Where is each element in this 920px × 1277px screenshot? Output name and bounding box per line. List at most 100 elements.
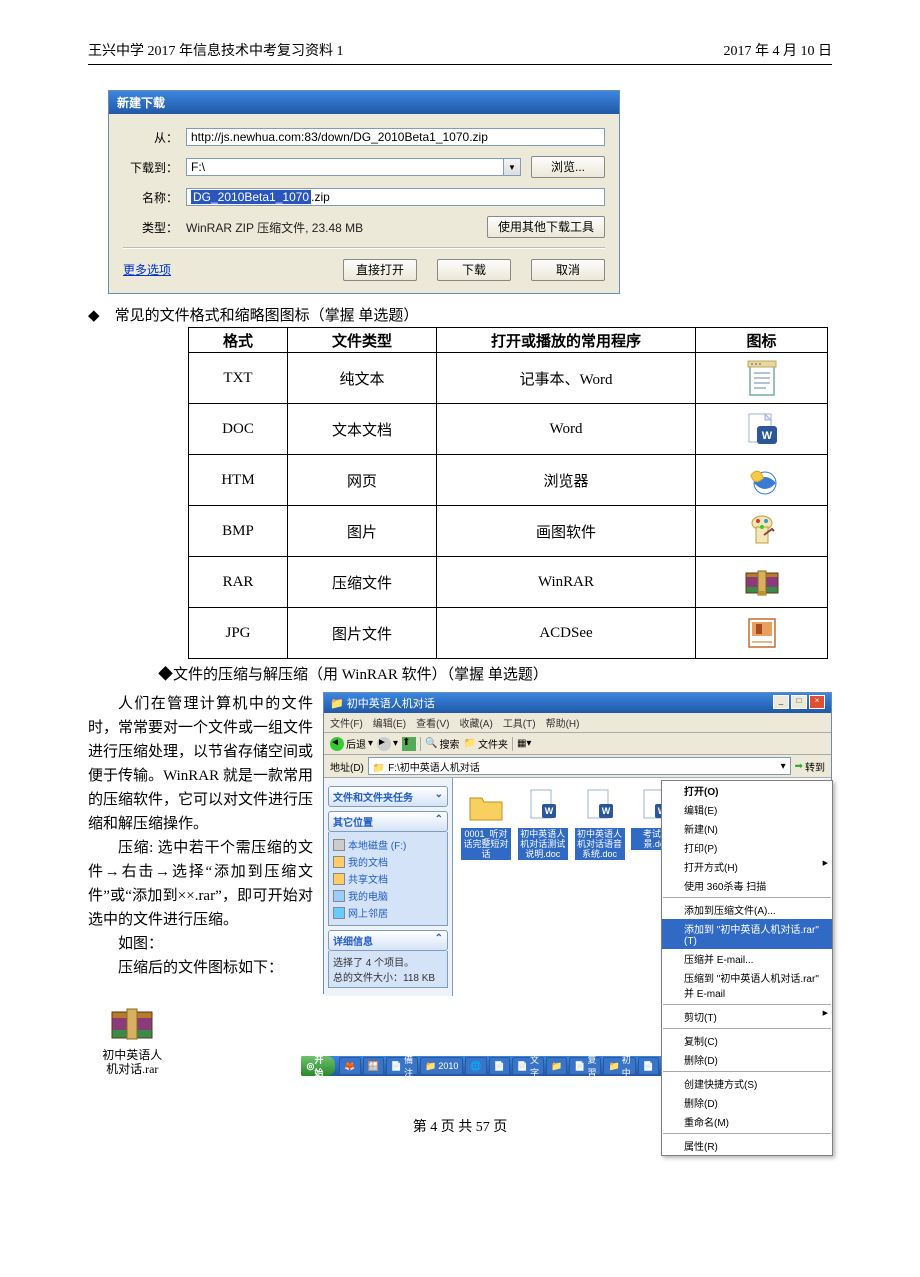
menu-item[interactable]: 压缩到 "初中英语人机对话.rar" 并 E-mail <box>662 968 832 1002</box>
minimize-icon[interactable]: _ <box>773 695 789 709</box>
header-left: 王兴中学 2017 年信息技术中考复习资料 1 <box>88 40 344 60</box>
list-item[interactable]: 0001_听对话完整短对话 <box>461 786 511 860</box>
folder-icon: 📁 <box>330 698 344 710</box>
menu-item[interactable]: 打开方式(H) <box>662 857 832 876</box>
taskbar-item[interactable]: 📄 <box>489 1057 510 1075</box>
label-from: 从： <box>123 129 186 146</box>
address-input[interactable]: 📁 F:\初中英语人机对话▾ <box>368 757 791 775</box>
maximize-icon[interactable]: □ <box>791 695 807 709</box>
rar-file-icon: 初中英语人 机对话.rar <box>94 1006 171 1076</box>
table-row: JPG 图片文件 ACDSee <box>189 608 828 659</box>
explorer-toolbar: ◄后退 ▾ ►▾ ⬆ 🔍搜索 📁文件夹 ▦▾ <box>324 733 831 755</box>
forward-button[interactable]: ►▾ <box>377 737 398 751</box>
quicklaunch[interactable]: 🦊 <box>339 1057 360 1075</box>
menu-item[interactable]: 添加到压缩文件(A)... <box>662 900 832 919</box>
menu-item-selected[interactable]: 添加到 "初中英语人机对话.rar"(T) <box>662 919 832 949</box>
side-detail-title[interactable]: 详细信息⌃ <box>328 930 448 951</box>
list-item[interactable]: W 初中英语人机对话测试说明.doc <box>518 786 568 860</box>
more-options-link[interactable]: 更多选项 <box>123 259 171 281</box>
back-button[interactable]: ◄后退 ▾ <box>330 736 373 751</box>
doc-icon: W <box>696 404 828 455</box>
side-other-title[interactable]: 其它位置⌃ <box>328 811 448 832</box>
body-text: 人们在管理计算机中的文件时，常常要对一个文件或一组文件进行压缩处理，以节省存储空… <box>88 692 313 994</box>
start-button[interactable]: ◎ 开始 <box>301 1056 335 1076</box>
th-type: 文件类型 <box>288 328 437 353</box>
download-dialog: 新建下载 从： http://js.newhua.com:83/down/DG_… <box>108 90 620 294</box>
menu-item[interactable]: 编辑(E) <box>662 800 832 819</box>
sidebar-item[interactable]: 我的文档 <box>333 854 443 869</box>
dialog-titlebar: 新建下载 <box>109 91 619 114</box>
table-row: DOC 文本文档 Word W <box>189 404 828 455</box>
table-row: TXT 纯文本 记事本、Word <box>189 353 828 404</box>
search-button[interactable]: 🔍搜索 <box>425 736 459 751</box>
quicklaunch[interactable]: 🪟 <box>363 1057 384 1075</box>
cancel-button[interactable]: 取消 <box>531 259 605 281</box>
saveto-select[interactable]: F:\ ▼ <box>186 158 521 176</box>
sidebar-item[interactable]: 网上邻居 <box>333 905 443 920</box>
sidebar-item[interactable]: 共享文档 <box>333 871 443 886</box>
taskbar-item[interactable]: 🌐 <box>465 1057 486 1075</box>
table-row: HTM 网页 浏览器 <box>189 455 828 506</box>
explorer-main[interactable]: 0001_听对话完整短对话 W 初中英语人机对话测试说明.doc W 初中英语人… <box>453 778 831 996</box>
paragraph-4: 压缩后的文件图标如下： <box>88 956 313 980</box>
open-now-button[interactable]: 直接打开 <box>343 259 417 281</box>
taskbar-item[interactable]: 📄 <box>638 1057 659 1075</box>
taskbar-item[interactable]: 📄備注 <box>386 1057 418 1075</box>
taskbar-item[interactable]: 📁2010 <box>420 1057 463 1075</box>
sidebar-item[interactable]: 本地磁盘 (F:) <box>333 837 443 852</box>
paragraph-2: 压缩: 选中若干个需压缩的文件→右击→选择“添加到压缩文件”或“添加到××.ra… <box>88 836 313 932</box>
menu-item[interactable]: 删除(D) <box>662 1093 832 1112</box>
menu-item[interactable]: 属性(R) <box>662 1136 832 1155</box>
up-button[interactable]: ⬆ <box>402 737 416 751</box>
paragraph-3: 如图： <box>88 932 313 956</box>
goto-button[interactable]: ➡转到 <box>795 759 825 774</box>
table-row: RAR 压缩文件 WinRAR <box>189 557 828 608</box>
explorer-sidebar: 文件和文件夹任务⌄ 其它位置⌃ 本地磁盘 (F:) 我的文档 共享文档 我的电脑… <box>324 778 453 996</box>
views-button[interactable]: ▦▾ <box>517 738 531 749</box>
menu-item[interactable]: 新建(N) <box>662 819 832 838</box>
name-input[interactable]: DG_2010Beta1_1070.zip <box>186 188 605 206</box>
taskbar-item[interactable]: 📁 <box>546 1057 567 1075</box>
folders-button[interactable]: 📁文件夹 <box>464 736 508 751</box>
taskbar-item[interactable]: 📁初中 <box>603 1057 635 1075</box>
explorer-addressbar: 地址(D) 📁 F:\初中英语人机对话▾ ➡转到 <box>324 755 831 778</box>
htm-icon <box>696 455 828 506</box>
menu-item[interactable]: 创建快捷方式(S) <box>662 1074 832 1093</box>
bmp-icon <box>696 506 828 557</box>
explorer-window: 📁 初中英语人机对话 _ □ × 文件(F)编辑(E)查看(V)收藏(A)工具(… <box>323 692 832 994</box>
table-row: BMP 图片 画图软件 <box>189 506 828 557</box>
label-name: 名称： <box>123 189 186 206</box>
label-type: 类型： <box>123 219 186 236</box>
svg-text:W: W <box>545 806 554 816</box>
menu-item[interactable]: 压缩并 E-mail... <box>662 949 832 968</box>
menu-item[interactable]: 打印(P) <box>662 838 832 857</box>
from-input[interactable]: http://js.newhua.com:83/down/DG_2010Beta… <box>186 128 605 146</box>
sidebar-item[interactable]: 我的电脑 <box>333 888 443 903</box>
header-right: 2017 年 4 月 10 日 <box>724 40 833 60</box>
list-item[interactable]: W 初中英语人机对话语音系统.doc <box>575 786 625 860</box>
menu-item[interactable]: 重命名(M) <box>662 1112 832 1131</box>
side-task-title[interactable]: 文件和文件夹任务⌄ <box>328 786 448 807</box>
other-tool-button[interactable]: 使用其他下载工具 <box>487 216 605 238</box>
menu-item[interactable]: 打开(O) <box>662 781 832 800</box>
menu-item[interactable]: 复制(C) <box>662 1031 832 1050</box>
menu-item[interactable]: 剪切(T) <box>662 1007 832 1026</box>
th-program: 打开或播放的常用程序 <box>437 328 696 353</box>
svg-text:W: W <box>761 430 772 442</box>
dropdown-icon[interactable]: ▼ <box>503 159 520 175</box>
close-icon[interactable]: × <box>809 695 825 709</box>
label-saveto: 下载到： <box>123 159 186 176</box>
menu-item[interactable]: 删除(D) <box>662 1050 832 1069</box>
taskbar-item[interactable]: 📄文字 <box>512 1057 544 1075</box>
download-button[interactable]: 下载 <box>437 259 511 281</box>
section-heading-2: ◆文件的压缩与解压缩（用 WinRAR 软件）（掌握 单选题） <box>158 663 832 684</box>
jpg-icon <box>696 608 828 659</box>
rar-icon <box>696 557 828 608</box>
menu-item[interactable]: 使用 360杀毒 扫描 <box>662 876 832 895</box>
taskbar-item[interactable]: 📄复習 <box>569 1057 601 1075</box>
explorer-menubar[interactable]: 文件(F)编辑(E)查看(V)收藏(A)工具(T)帮助(H) <box>324 713 831 733</box>
browse-button[interactable]: 浏览... <box>531 156 605 178</box>
page-header: 王兴中学 2017 年信息技术中考复习资料 1 2017 年 4 月 10 日 <box>88 40 832 65</box>
th-format: 格式 <box>189 328 288 353</box>
txt-icon <box>696 353 828 404</box>
